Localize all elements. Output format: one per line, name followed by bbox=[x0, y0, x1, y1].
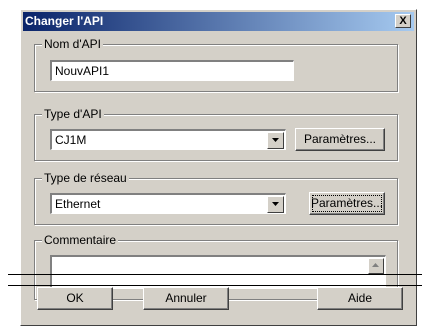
type-reseau-params-button[interactable]: Paramètres... bbox=[309, 192, 385, 215]
legend-type-api: Type d'API bbox=[42, 107, 104, 121]
type-api-select[interactable]: CJ1M bbox=[50, 129, 286, 150]
annuler-button[interactable]: Annuler bbox=[143, 287, 229, 310]
type-api-value: CJ1M bbox=[55, 133, 87, 147]
group-type-api: Type d'API CJ1M Paramètres... bbox=[34, 107, 398, 161]
close-icon: X bbox=[399, 15, 407, 27]
chevron-down-icon bbox=[272, 138, 279, 142]
ok-button[interactable]: OK bbox=[37, 287, 113, 310]
commentaire-textarea[interactable] bbox=[50, 255, 386, 289]
overlay-line-bottom bbox=[8, 285, 422, 286]
legend-nom-api: Nom d'API bbox=[42, 37, 103, 51]
type-api-dropdown-button[interactable] bbox=[267, 132, 284, 149]
scroll-up-button[interactable] bbox=[368, 258, 384, 274]
group-nom-api: Nom d'API bbox=[34, 37, 398, 92]
title-bar[interactable]: Changer l'API X bbox=[23, 12, 414, 31]
change-api-dialog: Changer l'API X Nom d'API Type d'API CJ1… bbox=[20, 9, 417, 326]
type-reseau-dropdown-button[interactable] bbox=[267, 196, 284, 213]
nom-api-input[interactable] bbox=[50, 60, 294, 81]
chevron-down-icon bbox=[272, 202, 279, 206]
legend-commentaire: Commentaire bbox=[42, 233, 119, 247]
close-button[interactable]: X bbox=[395, 14, 411, 28]
arrow-up-icon bbox=[372, 263, 379, 267]
group-type-reseau: Type de réseau Ethernet Paramètres... bbox=[34, 171, 398, 225]
dialog-title: Changer l'API bbox=[25, 14, 104, 28]
overlay-line-top bbox=[8, 274, 422, 275]
legend-type-reseau: Type de réseau bbox=[42, 171, 129, 185]
aide-button[interactable]: Aide bbox=[317, 287, 403, 310]
type-reseau-value: Ethernet bbox=[55, 197, 101, 211]
type-api-params-button[interactable]: Paramètres... bbox=[295, 128, 385, 151]
type-reseau-select[interactable]: Ethernet bbox=[50, 193, 286, 214]
